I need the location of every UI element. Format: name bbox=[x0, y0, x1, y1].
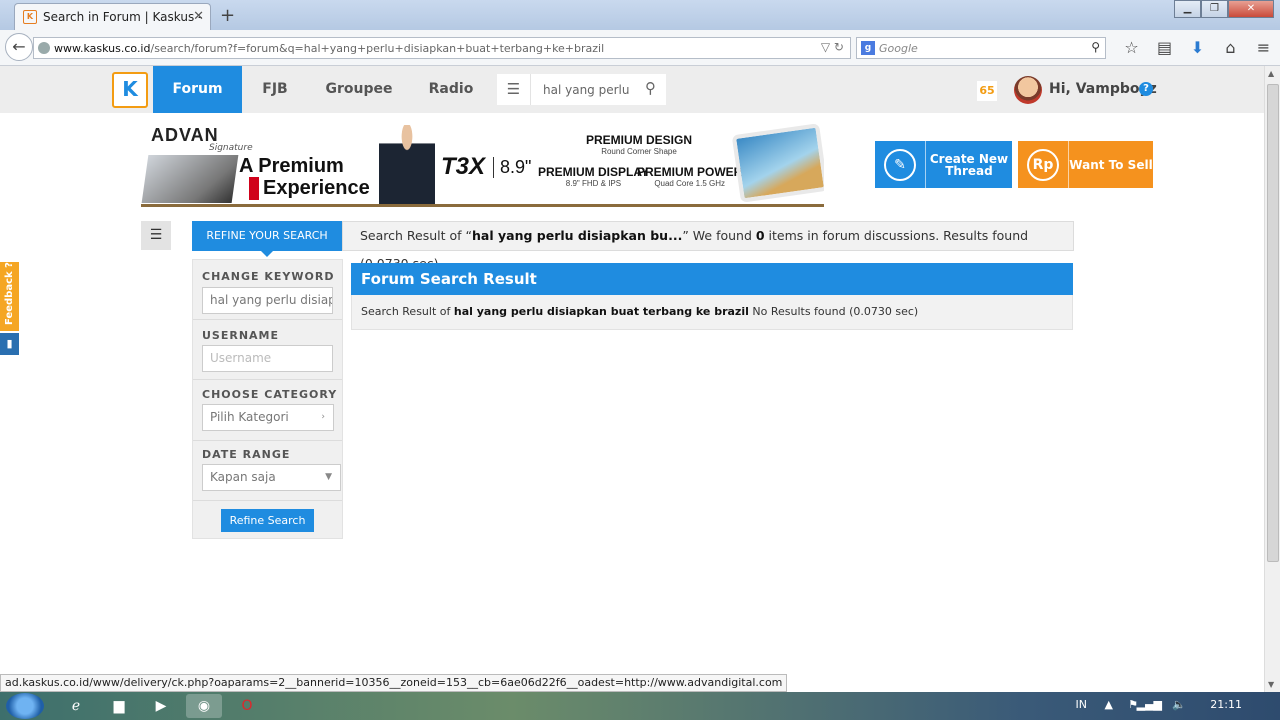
nav-groupee[interactable]: Groupee bbox=[318, 66, 400, 113]
notification-badge[interactable]: 65 bbox=[977, 81, 997, 101]
category-select[interactable]: Pilih Kategori › bbox=[202, 404, 334, 431]
scroll-up-icon[interactable]: ▲ bbox=[1268, 69, 1274, 78]
advertisement-banner[interactable]: ADVAN Signature A Premium Experience T3X… bbox=[141, 123, 824, 207]
chevron-down-icon: ▼ bbox=[325, 472, 332, 482]
banner-feature-power: PREMIUM POWER Quad Core 1.5 GHz bbox=[637, 165, 743, 188]
show-hidden-icons-icon[interactable]: ▲ bbox=[1105, 698, 1113, 711]
scroll-down-icon[interactable]: ▼ bbox=[1268, 680, 1274, 689]
banner-feature-design: PREMIUM DESIGN Round Corner Shape bbox=[586, 133, 693, 156]
address-bar[interactable]: www.kaskus.co.id/search/forum?f=forum&q=… bbox=[33, 37, 851, 59]
refine-search-tab[interactable]: REFINE YOUR SEARCH bbox=[192, 221, 342, 257]
menu-icon[interactable]: ≡ bbox=[1247, 38, 1280, 57]
banner-size: 8.9" bbox=[493, 157, 531, 178]
keyword-input[interactable]: hal yang perlu disiap bbox=[202, 287, 333, 314]
want-to-sell-button[interactable]: Rp Want To Sell bbox=[1018, 141, 1153, 188]
firefox-icon[interactable]: ◉ bbox=[186, 694, 222, 718]
nav-forum[interactable]: Forum bbox=[153, 66, 242, 113]
reload-icon[interactable]: ▽ ↻ bbox=[821, 40, 844, 54]
want-to-sell-label: Want To Sell bbox=[1069, 157, 1153, 172]
media-player-icon[interactable]: ▶ bbox=[143, 694, 179, 718]
date-range-label: DATE RANGE bbox=[202, 448, 291, 461]
internet-explorer-icon[interactable]: ℯ bbox=[58, 694, 94, 718]
language-indicator[interactable]: IN bbox=[1076, 698, 1087, 711]
new-tab-icon[interactable]: + bbox=[220, 5, 235, 26]
banner-brand-sub: Signature bbox=[209, 143, 253, 153]
username-input[interactable]: Username bbox=[202, 345, 333, 372]
date-range-select[interactable]: Kapan saja ▼ bbox=[202, 464, 341, 491]
create-thread-button[interactable]: ✎ Create New Thread bbox=[875, 141, 1012, 188]
refine-filter-panel: CHANGE KEYWORD hal yang perlu disiap USE… bbox=[192, 259, 343, 539]
browser-toolbar: ← www.kaskus.co.id/search/forum?f=forum&… bbox=[0, 30, 1280, 66]
tab-title: Search in Forum | Kaskus - Th... bbox=[43, 10, 203, 24]
restore-window-button[interactable]: ❐ bbox=[1201, 0, 1228, 18]
banner-person-image bbox=[379, 125, 435, 204]
file-explorer-icon[interactable]: ▆ bbox=[101, 694, 137, 718]
header-search-input[interactable] bbox=[531, 74, 631, 105]
banner-tablet-image bbox=[731, 123, 824, 203]
forum-search-result-body: Search Result of hal yang perlu disiapka… bbox=[351, 295, 1073, 330]
home-icon[interactable]: ⌂ bbox=[1214, 38, 1247, 57]
site-header: K Forum FJB Groupee Radio ☰ ⚲ 65 Hi, Vam… bbox=[0, 66, 1264, 113]
date-range-section: DATE RANGE Kapan saja ▼ bbox=[193, 441, 342, 501]
browser-tab[interactable]: K Search in Forum | Kaskus - Th... ✕ bbox=[14, 3, 211, 30]
banner-feature-display: PREMIUM DISPLAY 8.9" FHD & IPS bbox=[538, 165, 649, 188]
pencil-icon: ✎ bbox=[884, 148, 916, 181]
title-bar: K Search in Forum | Kaskus - Th... ✕ + ▁… bbox=[0, 0, 1280, 30]
rupiah-icon: Rp bbox=[1027, 148, 1059, 181]
start-button[interactable] bbox=[6, 693, 44, 719]
keyword-section: CHANGE KEYWORD hal yang perlu disiap bbox=[193, 260, 342, 320]
scrollbar-thumb[interactable] bbox=[1267, 84, 1279, 562]
avatar[interactable] bbox=[1014, 76, 1042, 104]
bookmark-star-icon[interactable]: ☆ bbox=[1115, 38, 1148, 57]
minimize-window-button[interactable]: ▁ bbox=[1174, 0, 1201, 18]
refine-search-button[interactable]: Refine Search bbox=[221, 509, 314, 532]
kaskus-logo[interactable]: K bbox=[112, 72, 148, 108]
back-button[interactable]: ← bbox=[5, 33, 33, 61]
volume-icon[interactable]: 🔈 bbox=[1172, 698, 1186, 711]
status-bar-url: ad.kaskus.co.id/www/delivery/ck.php?oapa… bbox=[0, 674, 788, 692]
browser-search-box[interactable]: g Google ⚲ bbox=[856, 37, 1106, 59]
header-search[interactable]: ⚲ bbox=[531, 74, 666, 105]
feedback-tab[interactable]: Feedback ? bbox=[0, 262, 19, 331]
username-label: USERNAME bbox=[202, 329, 280, 342]
download-icon[interactable]: ⬇ bbox=[1181, 38, 1214, 57]
help-icon[interactable]: ? bbox=[1139, 82, 1153, 96]
reading-list-icon[interactable]: ▤ bbox=[1148, 38, 1181, 57]
banner-tagline-1: A Premium bbox=[239, 155, 344, 177]
keyword-label: CHANGE KEYWORD bbox=[202, 270, 335, 283]
feedback-widget-icon[interactable]: ▮ bbox=[0, 333, 19, 355]
banner-tagline-2: Experience bbox=[249, 177, 370, 200]
search-icon[interactable]: ⚲ bbox=[645, 79, 656, 97]
banner-laptop-image bbox=[141, 155, 239, 203]
windows-taskbar: ℯ ▆ ▶ ◉ O IN ▲ ⚑ ▂▄▆ 🔈 21:11 bbox=[0, 692, 1280, 720]
network-icon[interactable]: ▂▄▆ bbox=[1137, 698, 1162, 711]
url-text: www.kaskus.co.id/search/forum?f=forum&q=… bbox=[54, 41, 605, 55]
google-icon[interactable]: g bbox=[861, 41, 875, 55]
forum-search-result-title: Forum Search Result bbox=[351, 263, 1073, 295]
search-icon[interactable]: ⚲ bbox=[1091, 40, 1100, 54]
username-section: USERNAME Username bbox=[193, 320, 342, 380]
search-result-summary: Search Result of “hal yang perlu disiapk… bbox=[342, 221, 1074, 271]
nav-radio[interactable]: Radio bbox=[420, 66, 482, 113]
nav-fjb[interactable]: FJB bbox=[250, 66, 300, 113]
sidebar-toggle-icon[interactable]: ☰ bbox=[141, 221, 171, 250]
clock[interactable]: 21:11 bbox=[1210, 698, 1242, 711]
category-label: CHOOSE CATEGORY bbox=[202, 388, 338, 401]
category-menu-icon[interactable]: ☰ bbox=[497, 74, 531, 105]
banner-model: T3X bbox=[441, 153, 486, 180]
search-engine-placeholder: Google bbox=[879, 41, 918, 55]
chevron-right-icon: › bbox=[321, 412, 325, 422]
page-scrollbar[interactable]: ▲ ▼ bbox=[1264, 66, 1280, 692]
close-window-button[interactable]: ✕ bbox=[1228, 0, 1274, 18]
category-section: CHOOSE CATEGORY Pilih Kategori › bbox=[193, 380, 342, 441]
opera-icon[interactable]: O bbox=[229, 694, 265, 718]
close-tab-icon[interactable]: ✕ bbox=[193, 9, 204, 24]
kaskus-favicon-icon: K bbox=[23, 10, 37, 24]
globe-icon bbox=[38, 42, 50, 54]
create-thread-label: Create New Thread bbox=[929, 151, 1009, 178]
